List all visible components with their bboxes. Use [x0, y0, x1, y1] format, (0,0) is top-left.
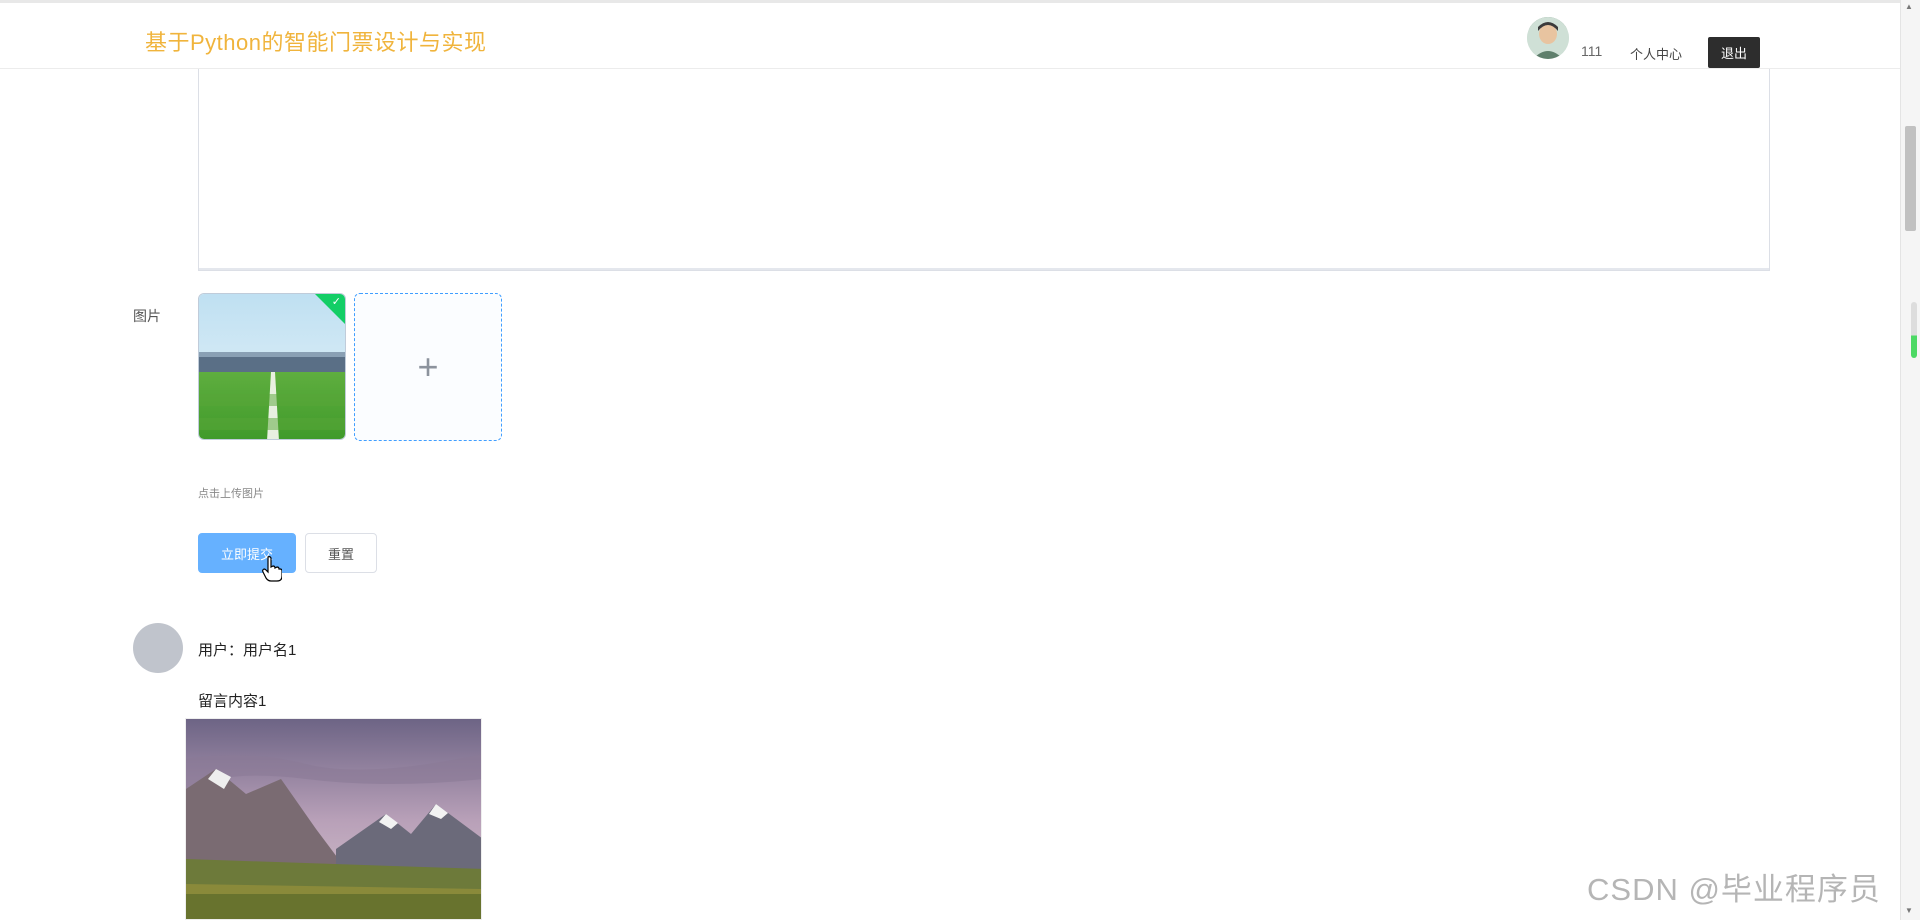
comment-avatar [133, 623, 183, 673]
scrollbar-thumb[interactable] [1905, 126, 1916, 231]
hand-cursor-icon [262, 556, 282, 582]
scroll-down-arrow-icon[interactable]: ▼ [1905, 906, 1913, 915]
plus-icon: + [417, 346, 439, 387]
mountain-landscape-image [186, 719, 481, 919]
side-scroll-indicator [1911, 302, 1917, 358]
personal-center-link[interactable]: 个人中心 [1630, 44, 1682, 63]
avatar-image [1527, 17, 1569, 59]
site-title[interactable]: 基于Python的智能门票设计与实现 [145, 25, 487, 57]
uploaded-image-thumbnail[interactable]: ✓ [198, 293, 346, 440]
reset-button[interactable]: 重置 [305, 533, 377, 573]
comment-content: 留言内容1 [198, 693, 267, 710]
user-avatar[interactable] [1527, 17, 1569, 59]
image-field-label: 图片 [133, 308, 161, 324]
scroll-up-arrow-icon[interactable]: ▲ [1905, 2, 1913, 11]
top-nav-bar: 基于Python的智能门票设计与实现 111 个人中心 退出 [0, 0, 1900, 69]
comment-image[interactable] [185, 718, 482, 920]
check-icon: ✓ [331, 296, 341, 308]
logout-button[interactable]: 退出 [1708, 37, 1760, 68]
comment-username: 用户：用户名1 [198, 642, 297, 659]
upload-tip: 点击上传图片 [198, 488, 264, 500]
username-label: 111 [1581, 43, 1603, 59]
message-textarea[interactable] [198, 64, 1770, 271]
upload-add-button[interactable]: + [354, 293, 502, 441]
watermark: CSDN @毕业程序员 [1587, 872, 1881, 907]
